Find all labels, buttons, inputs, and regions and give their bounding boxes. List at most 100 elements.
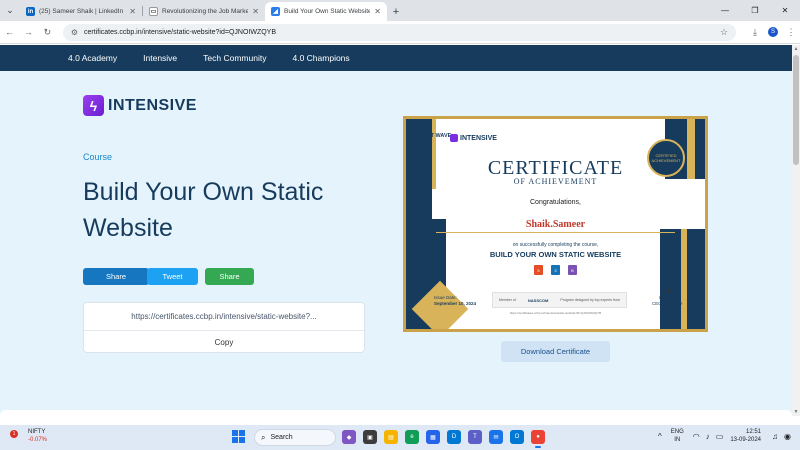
nav-champions[interactable]: 4.0 Champions <box>292 53 349 63</box>
ccbp-icon: ◢ <box>271 7 280 16</box>
scrollbar-thumb[interactable] <box>793 55 799 165</box>
certificate-subheading: OF ACHIEVEMENT <box>513 177 598 186</box>
battery-icon[interactable]: ▭ <box>716 432 724 441</box>
partner-name: NASSCOM <box>527 297 549 303</box>
css-icon: 3 <box>551 265 560 275</box>
notification-badge: 1 <box>10 430 18 438</box>
taskbar-search[interactable]: ⌕ Search <box>254 429 336 446</box>
nav-tech-community[interactable]: Tech Community <box>203 53 266 63</box>
reload-icon[interactable]: ↻ <box>38 23 57 42</box>
minimize-icon[interactable]: — <box>710 0 740 21</box>
copilot-icon[interactable]: ◉ <box>784 432 791 441</box>
time: 12:51 <box>746 429 762 435</box>
window-controls: — ❐ ✕ <box>710 0 800 21</box>
task-view-icon[interactable]: ▣ <box>363 430 377 444</box>
whatsapp-share-button[interactable]: Share <box>205 268 254 285</box>
tab-title: (25) Sameer Shaik | LinkedIn <box>39 8 124 15</box>
forward-icon[interactable]: → <box>19 23 38 42</box>
restore-icon[interactable]: ❐ <box>740 0 770 21</box>
logo-text: INTENSIVE <box>108 96 197 114</box>
outlook-icon[interactable]: O <box>510 430 524 444</box>
clock[interactable]: 12:51 13-09-2024 <box>730 428 761 444</box>
address-bar[interactable]: ⚙ certificates.ccbp.in/intensive/static-… <box>62 23 737 41</box>
lang-bottom: IN <box>674 437 681 443</box>
linkedin-share-button[interactable]: Share <box>83 268 149 285</box>
bootstrap-icon: B <box>568 265 577 275</box>
scroll-down-icon[interactable]: ▼ <box>793 409 799 415</box>
nav-academy[interactable]: 4.0 Academy <box>68 53 117 63</box>
certificate-image: NXT WAVE INTENSIVE CERTIFIED ACHIEVEMENT… <box>403 116 708 332</box>
certificate-url: https://certificates.ccbp.in/intensive/s… <box>84 303 364 331</box>
cert-brand-text: INTENSIVE <box>460 134 497 142</box>
nav-intensive[interactable]: Intensive <box>143 53 177 63</box>
mail-icon[interactable]: ✉ <box>489 430 503 444</box>
download-icon[interactable]: ⤓ <box>746 27 764 38</box>
browser-tab-static-website[interactable]: ◢ Build Your Own Static Website ✕ <box>265 2 387 21</box>
tab-title: Build Your Own Static Website <box>284 8 371 15</box>
close-tab-icon[interactable]: ✕ <box>129 7 136 16</box>
site-info-icon[interactable]: ⚙ <box>71 28 78 37</box>
intensive-logo-icon <box>450 134 458 142</box>
menu-icon[interactable]: ⋮ <box>782 27 800 38</box>
site-nav: 4.0 Academy Intensive Tech Community 4.0… <box>0 45 792 71</box>
notification-bell-icon[interactable]: ♫ <box>772 432 778 441</box>
page-scrollbar[interactable]: ▲ ▼ <box>792 45 800 416</box>
page-content: ϟ INTENSIVE Course Build Your Own Static… <box>0 71 792 416</box>
partner-strip: Member of NASSCOM Program designed by to… <box>492 292 627 308</box>
stock-name: NIFTY <box>28 429 46 435</box>
system-tray: ^ ENG IN ◠ ♪ ▭ 12:51 13-09-2024 ♫ ◉ <box>655 428 794 444</box>
issue-date: September 10, 2024 <box>434 301 477 306</box>
chrome-icon[interactable]: ● <box>531 430 545 448</box>
tab-title: Revolutionizing the Job Market <box>162 8 249 15</box>
wifi-icon[interactable]: ◠ <box>693 432 700 441</box>
curriculum-label: Program designed by top experts from <box>560 298 620 302</box>
chevron-up-icon[interactable]: ^ <box>658 432 662 441</box>
browser-tab-linkedin[interactable]: in (25) Sameer Shaik | LinkedIn ✕ <box>20 2 142 21</box>
certificate-course-title: BUILD YOUR OWN STATIC WEBSITE <box>489 250 622 259</box>
scroll-up-icon[interactable]: ▲ <box>793 46 799 52</box>
html-icon: 5 <box>534 265 543 275</box>
copy-button[interactable]: Copy <box>84 331 364 353</box>
download-certificate-button[interactable]: Download Certificate <box>501 341 610 362</box>
taskbar-apps: ◆ ▣ ▤ e ▦ D T ✉ O ● <box>342 430 545 448</box>
nxtwave-logo: NXT WAVE <box>423 133 452 139</box>
language-indicator[interactable]: ENG IN <box>671 428 684 444</box>
stock-widget[interactable]: 1 NIFTY -0.07% <box>10 428 47 444</box>
next-section-edge <box>0 410 792 416</box>
technology-badges: 5 3 B <box>406 265 705 275</box>
profile-avatar[interactable]: S <box>768 27 779 37</box>
course-title: Build Your Own Static Website <box>83 178 324 242</box>
back-icon[interactable]: ← <box>0 23 19 42</box>
bookmark-star-icon[interactable]: ☆ <box>720 27 728 38</box>
store-icon[interactable]: ▦ <box>426 430 440 444</box>
new-tab-button[interactable]: + <box>387 2 405 21</box>
page-icon: ▭ <box>149 7 158 16</box>
browser-tab-job-market[interactable]: ▭ Revolutionizing the Job Market ✕ <box>143 2 265 21</box>
signature-block: 𝓡 Rahul A CEO, NxtWave <box>652 289 682 307</box>
teams-icon[interactable]: T <box>468 430 482 444</box>
widgets-app-icon[interactable]: ◆ <box>342 430 356 444</box>
close-tab-icon[interactable]: ✕ <box>374 7 381 16</box>
file-explorer-icon[interactable]: ▤ <box>384 430 398 444</box>
windows-start-icon[interactable] <box>232 430 245 443</box>
search-placeholder: Search <box>270 434 293 441</box>
completion-text: on successfully completing the course, <box>512 242 599 248</box>
partner-label: Member of <box>499 298 516 302</box>
tab-search-icon[interactable]: ⌄ <box>0 0 20 21</box>
address-url[interactable]: certificates.ccbp.in/intensive/static-we… <box>84 29 720 36</box>
windows-taskbar: 1 NIFTY -0.07% ⌕ Search ◆ ▣ ▤ e ▦ D T ✉ … <box>0 425 800 450</box>
signatory-role: CEO, NxtWave <box>652 301 683 306</box>
lang-top: ENG <box>670 429 684 435</box>
stock-icon: 1 <box>10 430 22 442</box>
edge-icon[interactable]: e <box>405 430 419 444</box>
dell-icon[interactable]: D <box>447 430 461 444</box>
close-window-icon[interactable]: ✕ <box>770 0 800 21</box>
search-icon: ⌕ <box>261 432 266 442</box>
browser-toolbar: ← → ↻ ⚙ certificates.ccbp.in/intensive/s… <box>0 21 800 44</box>
date: 13-09-2024 <box>730 437 762 443</box>
twitter-share-button[interactable]: Tweet <box>147 268 198 285</box>
volume-icon[interactable]: ♪ <box>706 432 710 441</box>
linkedin-icon: in <box>26 7 35 16</box>
intensive-logo-icon: ϟ <box>83 95 104 116</box>
close-tab-icon[interactable]: ✕ <box>252 7 259 16</box>
